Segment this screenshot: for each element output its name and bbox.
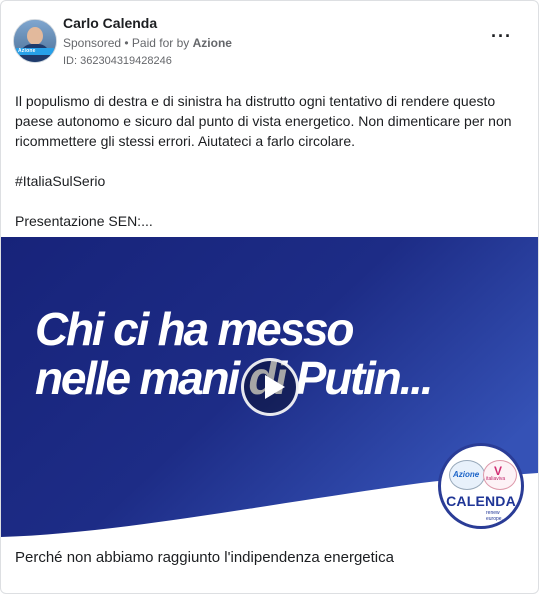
ad-card: Azione Carlo Calenda Sponsored • Paid fo…	[0, 0, 539, 594]
post-hashtag[interactable]: #ItaliaSulSerio	[15, 171, 525, 191]
avatar-banner-text: Azione	[18, 48, 36, 54]
video-headline: Chi ci ha messo nelle mani di Putin...	[35, 303, 434, 404]
headline-line-1: Chi ci ha messo	[35, 303, 354, 355]
post-body: Il populismo di destra e di sinistra ha …	[15, 91, 525, 231]
calenda-wordmark: CALENDA	[446, 493, 516, 509]
post-paragraph: Il populismo di destra e di sinistra ha …	[15, 93, 512, 149]
avatar[interactable]: Azione	[13, 19, 57, 63]
play-triangle	[265, 375, 285, 399]
headline-line-2: nelle mani di Putin...	[35, 352, 434, 404]
ad-id: ID: 362304319428246	[63, 55, 172, 67]
paid-for-by: Azione	[192, 36, 232, 50]
post-header: Azione Carlo Calenda Sponsored • Paid fo…	[1, 1, 538, 81]
author-name[interactable]: Carlo Calenda	[63, 15, 157, 31]
post-paragraph-more: Presentazione SEN:...	[15, 213, 153, 229]
more-horizontal-icon[interactable]: ···	[491, 27, 512, 45]
sponsored-label: Sponsored	[63, 36, 122, 50]
avatar-face	[27, 27, 43, 45]
campaign-logo: Azione V italiaviva CALENDA renew europe…	[438, 443, 524, 529]
italia-viva-logo: V italiaviva	[483, 460, 517, 490]
renew-europe-text: renew europe.	[486, 510, 503, 522]
europe-text: europe.	[486, 516, 503, 522]
azione-logo-text: Azione	[453, 470, 480, 479]
italia-viva-logo-text: italiaviva	[486, 476, 506, 482]
sponsored-meta: Sponsored • Paid for by Azione	[63, 36, 232, 50]
video-caption[interactable]: Perché non abbiamo raggiunto l'indipende…	[15, 549, 394, 566]
play-icon[interactable]	[241, 358, 299, 416]
azione-logo: Azione	[449, 460, 485, 490]
paid-for-prefix: • Paid for by	[124, 36, 190, 50]
